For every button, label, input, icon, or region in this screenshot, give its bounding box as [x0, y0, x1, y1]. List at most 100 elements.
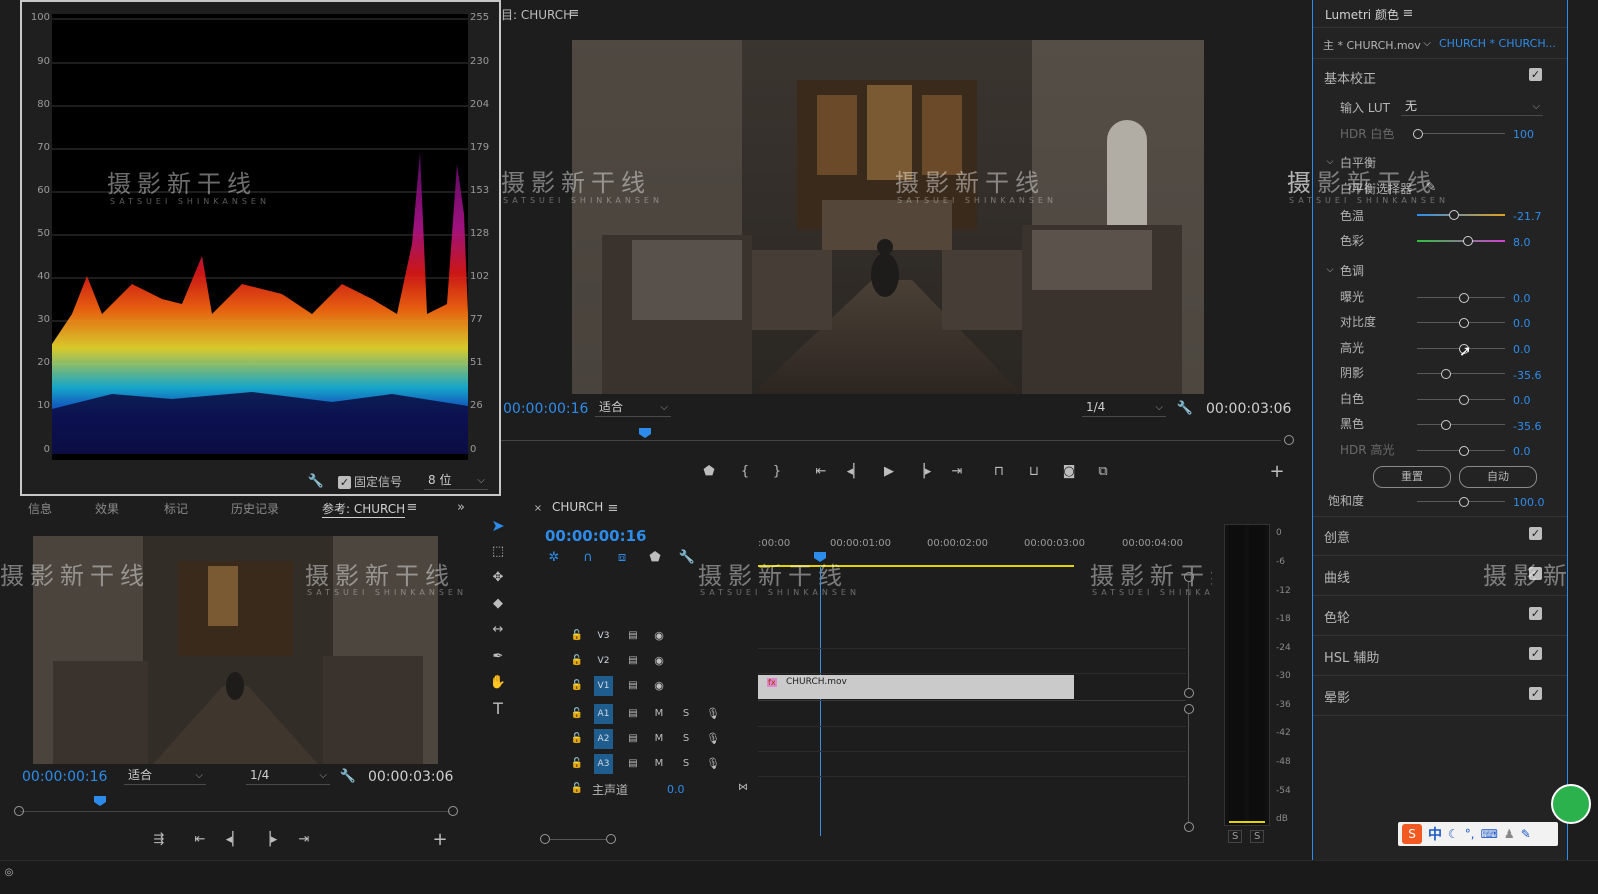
eye-icon[interactable]: ◉	[652, 628, 666, 642]
chevron-down-icon[interactable]: ⌵	[1325, 264, 1335, 276]
step-forward-icon[interactable]: ▕▸	[915, 463, 932, 479]
master-track-value[interactable]: 0.0	[667, 783, 685, 796]
step-back-icon[interactable]: ◂▏	[847, 463, 864, 479]
exposure-value[interactable]: 0.0	[1513, 292, 1531, 305]
chevron-down-icon[interactable]: ⌵	[1421, 37, 1433, 49]
punctuation-icon[interactable]: °,	[1465, 827, 1475, 841]
zoom-handle-right[interactable]	[448, 806, 458, 816]
tint-track[interactable]	[1417, 240, 1505, 242]
go-to-out-icon[interactable]: ⇥	[949, 463, 965, 479]
bit-depth-select[interactable]: 8 位 ⌵	[424, 472, 488, 490]
clamp-signal-checkbox[interactable]: ✓	[338, 476, 351, 489]
hdr-specular-value[interactable]: 0.0	[1513, 445, 1531, 458]
lock-icon[interactable]: 🔓	[570, 706, 584, 720]
lock-icon[interactable]: 🔓	[570, 781, 584, 795]
razor-tool-icon[interactable]: ◆	[487, 592, 509, 614]
sync-lock-icon[interactable]: ▤	[626, 653, 640, 667]
mute-button[interactable]: M	[652, 731, 666, 745]
lock-icon[interactable]: 🔓	[570, 731, 584, 745]
creative-checkbox[interactable]: ✓	[1529, 527, 1542, 540]
add-button-icon[interactable]: +	[1269, 461, 1285, 482]
go-to-in-icon[interactable]: ⇤	[813, 463, 829, 479]
tint-value[interactable]: 8.0	[1513, 236, 1531, 249]
track-label-a2[interactable]: A2	[594, 729, 613, 749]
creative-section[interactable]: 创意	[1324, 527, 1350, 546]
slip-tool-icon[interactable]: ↔	[487, 618, 509, 640]
reset-button[interactable]: 重置	[1373, 466, 1451, 488]
track-label-v3[interactable]: V3	[594, 626, 613, 646]
settings-wrench-icon[interactable]: 🔧	[1177, 400, 1193, 416]
mark-in-icon[interactable]: {	[737, 463, 753, 479]
lock-icon[interactable]: 🔓	[570, 678, 584, 692]
input-lut-select[interactable]: 无 ⌵	[1401, 98, 1543, 116]
tab-info[interactable]: 信息	[28, 500, 52, 517]
highlights-value[interactable]: 0.0	[1513, 343, 1531, 356]
saturation-value[interactable]: 100.0	[1513, 496, 1545, 509]
lock-icon[interactable]: 🔓	[570, 628, 584, 642]
blacks-track[interactable]	[1417, 424, 1505, 425]
eye-icon[interactable]: ◉	[652, 653, 666, 667]
track-select-tool-icon[interactable]: ⬚	[487, 540, 509, 562]
comparison-view-icon[interactable]: ⧉	[1094, 463, 1112, 479]
zoom-handle-left[interactable]	[14, 806, 24, 816]
contrast-thumb[interactable]	[1459, 318, 1469, 328]
panel-menu-icon[interactable]: ≡	[606, 501, 620, 516]
snap-icon[interactable]: ∩	[580, 549, 596, 565]
video-vertical-scroll[interactable]	[1184, 572, 1194, 712]
tab-effects[interactable]: 效果	[95, 500, 119, 517]
reference-fit-select[interactable]: 适合 ⌵	[124, 767, 206, 785]
contrast-value[interactable]: 0.0	[1513, 317, 1531, 330]
meter-solo-right[interactable]: S	[1250, 830, 1265, 843]
exposure-thumb[interactable]	[1459, 293, 1469, 303]
vignette-checkbox[interactable]: ✓	[1529, 687, 1542, 700]
timeline-zoom-scroll[interactable]	[540, 834, 620, 844]
program-fit-select[interactable]: 适合 ⌵	[595, 399, 671, 417]
add-marker-icon[interactable]: ⬟	[647, 549, 663, 565]
mute-button[interactable]: M	[652, 706, 666, 720]
wrench-icon[interactable]: 🔧	[308, 473, 324, 489]
add-marker-icon[interactable]: ⬟	[701, 463, 717, 479]
status-bubble-icon[interactable]	[1551, 784, 1591, 824]
tone-header[interactable]: 色调	[1340, 262, 1364, 279]
audio-vertical-scroll[interactable]	[1184, 704, 1194, 834]
step-back-icon[interactable]: ◂▏	[226, 831, 243, 847]
hdr-white-track[interactable]	[1417, 133, 1505, 134]
camera-icon[interactable]: ◙	[1060, 463, 1078, 479]
shadows-value[interactable]: -35.6	[1513, 369, 1541, 382]
hdr-specular-thumb[interactable]	[1459, 446, 1469, 456]
lock-icon[interactable]: 🔓	[570, 756, 584, 770]
video-clip[interactable]: fx CHURCH.mov	[758, 675, 1074, 699]
more-panels-icon[interactable]: »	[454, 500, 468, 515]
shadows-track[interactable]	[1417, 373, 1505, 374]
program-timecode[interactable]: 00:00:00:16	[503, 401, 588, 417]
reference-timecode[interactable]: 00:00:00:16	[22, 769, 107, 785]
color-wheels-checkbox[interactable]: ✓	[1529, 607, 1542, 620]
tint-thumb[interactable]	[1463, 236, 1473, 246]
tab-history[interactable]: 历史记录	[231, 500, 279, 517]
program-resolution-select[interactable]: 1/4 ⌵	[1082, 399, 1166, 417]
keyboard-icon[interactable]: ⌨	[1481, 827, 1498, 841]
panel-menu-icon[interactable]: ≡	[567, 6, 581, 21]
nest-toggle-icon[interactable]: ✲	[546, 549, 562, 565]
close-icon[interactable]: ×	[532, 502, 544, 514]
go-to-out-icon[interactable]: ⇥	[296, 831, 312, 847]
solo-button[interactable]: S	[679, 706, 693, 720]
color-wheels-section[interactable]: 色轮	[1324, 607, 1350, 626]
hand-tool-icon[interactable]: ✋	[487, 671, 509, 693]
whites-thumb[interactable]	[1459, 395, 1469, 405]
playhead-marker[interactable]	[639, 428, 651, 438]
play-icon[interactable]: ▶	[881, 463, 897, 479]
type-tool-icon[interactable]: T	[487, 697, 509, 719]
timeline-tab[interactable]: CHURCH	[552, 500, 603, 514]
sequence-clip-tab[interactable]: CHURCH * CHURCH...	[1439, 37, 1556, 50]
ripple-edit-tool-icon[interactable]: ✥	[487, 566, 509, 588]
extract-icon[interactable]: ⊔	[1025, 463, 1043, 479]
playhead-marker[interactable]	[94, 796, 106, 806]
program-tab[interactable]: 目: CHURCH	[501, 6, 572, 23]
meter-solo-left[interactable]: S	[1228, 830, 1243, 843]
temperature-value[interactable]: -21.7	[1513, 210, 1541, 223]
saturation-thumb[interactable]	[1459, 497, 1469, 507]
track-label-a1[interactable]: A1	[594, 704, 613, 724]
track-label-a3[interactable]: A3	[594, 754, 613, 774]
whites-value[interactable]: 0.0	[1513, 394, 1531, 407]
